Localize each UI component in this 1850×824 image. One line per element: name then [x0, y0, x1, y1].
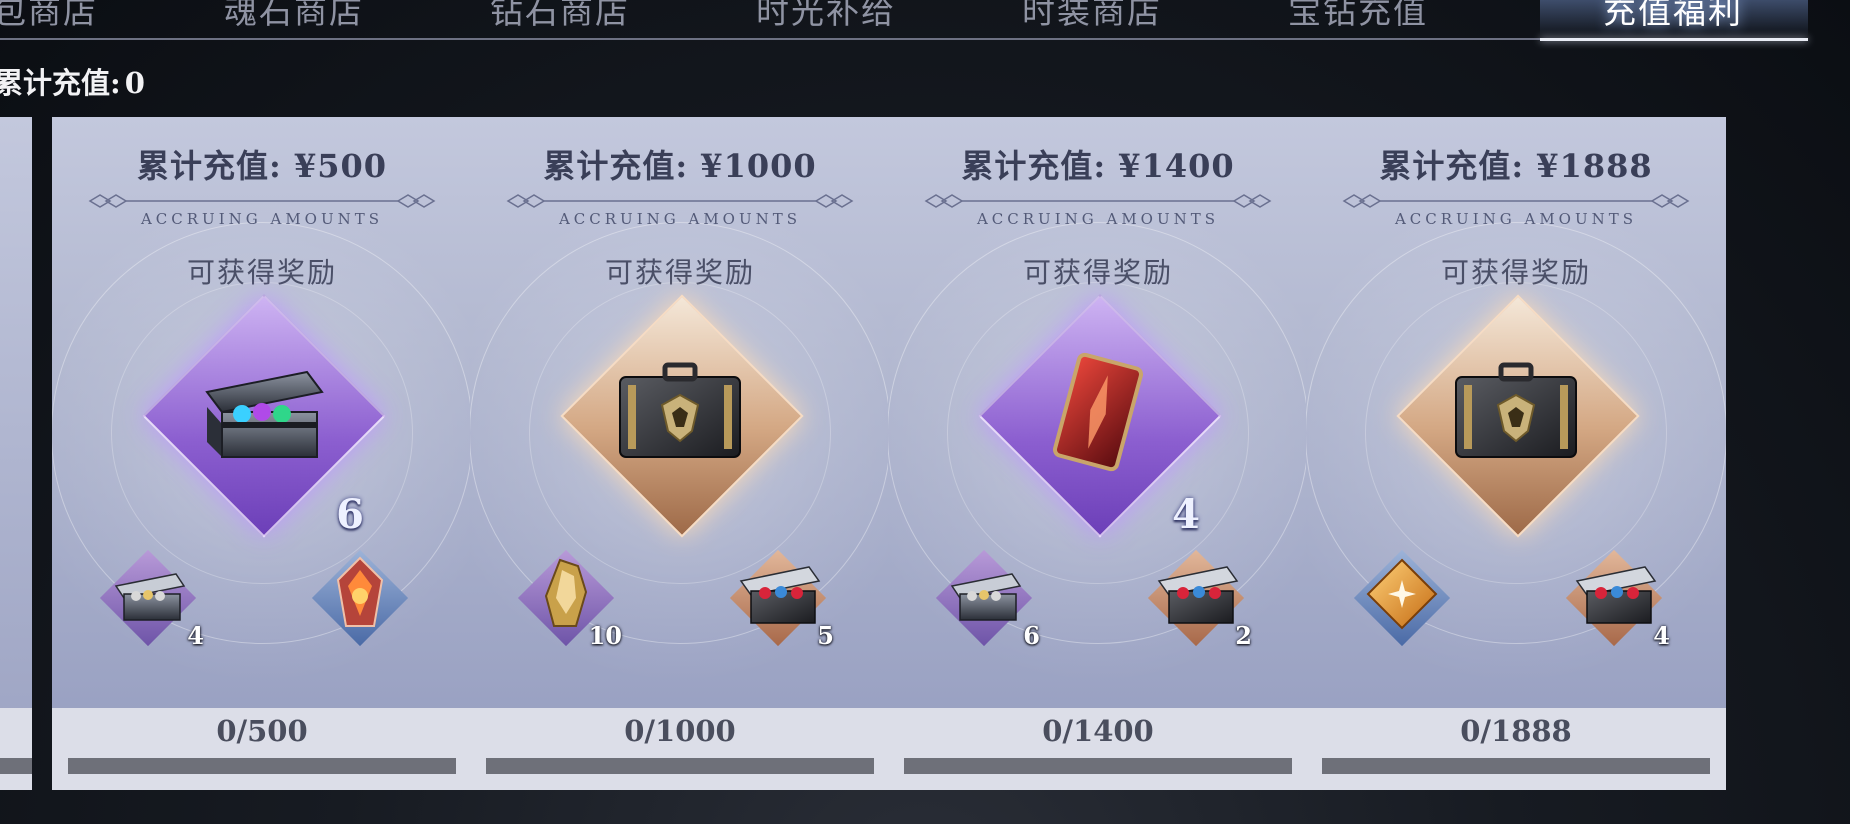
fire-crystal-icon: [332, 556, 388, 636]
card-title: 累计充值: ¥500: [136, 147, 388, 185]
tab-gift-shop[interactable]: 礼包商店: [0, 0, 161, 40]
card-subtitle: ACCRUING AMOUNTS: [976, 210, 1220, 228]
main-reward-count: 4: [1172, 491, 1200, 538]
tab-fashion-shop[interactable]: 时装商店: [959, 0, 1225, 40]
right-reward[interactable]: 2: [1147, 549, 1252, 650]
card-title: 累计充值: ¥1000: [543, 147, 817, 185]
right-reward[interactable]: 4: [1565, 549, 1670, 650]
main-reward[interactable]: [1396, 294, 1640, 538]
reward-card[interactable]: 累计充值: ¥1888 ACCRUING AMOUNTS 可获得奖励 4 0/1…: [1306, 117, 1726, 790]
left-reward[interactable]: 10: [517, 549, 622, 650]
ruby-chest-icon: [1153, 561, 1239, 631]
progress-bar: [1322, 758, 1710, 774]
black-case-icon: [610, 357, 750, 471]
ruby-chest-icon: [735, 561, 821, 631]
tab-time-supply[interactable]: 时光补给: [693, 0, 959, 40]
main-reward[interactable]: [560, 294, 804, 538]
reward-label: 可获得奖励: [1440, 256, 1591, 289]
tab-divider: [0, 38, 1540, 40]
partial-card: [0, 117, 32, 790]
main-reward[interactable]: 6: [142, 294, 386, 538]
right-reward[interactable]: 5: [729, 549, 834, 650]
tab-soul-stone-shop[interactable]: 魂石商店: [161, 0, 427, 40]
left-reward-count: 6: [1023, 621, 1040, 650]
reward-label: 可获得奖励: [604, 256, 755, 289]
progress-bar: [486, 758, 874, 774]
right-reward-count: 5: [817, 621, 834, 650]
silver-chest-icon: [946, 564, 1022, 628]
tab-recharge-rewards[interactable]: 充值福利: [1540, 0, 1806, 40]
right-reward-count: 4: [1653, 621, 1670, 650]
progress-text: 0/1888: [1460, 714, 1572, 748]
total-recharge-label: 累计充值:: [0, 66, 121, 100]
progress-bar: [68, 758, 456, 774]
right-reward[interactable]: [311, 549, 409, 647]
gem-chest-icon: [197, 362, 327, 466]
card-subtitle: ACCRUING AMOUNTS: [140, 210, 384, 228]
amber-star-icon: [1364, 556, 1440, 636]
left-reward[interactable]: [1353, 549, 1451, 647]
progress-text: 0/500: [216, 714, 308, 748]
active-tab-indicator: [1540, 38, 1808, 41]
left-reward[interactable]: 4: [99, 549, 204, 650]
main-reward[interactable]: 4: [978, 294, 1222, 538]
title-ornament: [1342, 194, 1690, 208]
reward-card[interactable]: 累计充值: ¥500 ACCRUING AMOUNTS 可获得奖励 6 4 0/…: [52, 117, 472, 790]
total-recharge-value: 0: [124, 66, 145, 100]
black-case-icon: [1446, 357, 1586, 471]
tab-diamond-shop[interactable]: 钻石商店: [427, 0, 693, 40]
card-subtitle: ACCRUING AMOUNTS: [558, 210, 802, 228]
card-footer: 0/1400: [888, 708, 1308, 790]
card-footer: 0/1000: [470, 708, 890, 790]
shop-tab-bar: 礼包商店 魂石商店 钻石商店 时光补给 时装商店 宝钻充值 充值福利: [0, 0, 1850, 42]
reward-card[interactable]: 累计充值: ¥1000 ACCRUING AMOUNTS 可获得奖励 10 5 …: [470, 117, 890, 790]
title-ornament: [924, 194, 1272, 208]
reward-label: 可获得奖励: [186, 256, 337, 289]
progress-bar: [904, 758, 1292, 774]
tab-gem-recharge[interactable]: 宝钻充值: [1225, 0, 1491, 40]
reward-label: 可获得奖励: [1022, 256, 1173, 289]
title-ornament: [88, 194, 436, 208]
title-ornament: [506, 194, 854, 208]
card-footer: 0/1888: [1306, 708, 1726, 790]
progress-text: 0/1000: [624, 714, 736, 748]
partial-card-footer: [0, 708, 32, 790]
card-subtitle: ACCRUING AMOUNTS: [1394, 210, 1638, 228]
silver-chest-icon: [110, 564, 186, 628]
total-recharge: 累计充值: 0: [0, 60, 145, 102]
left-reward-count: 10: [588, 621, 622, 650]
card-footer: 0/500: [52, 708, 472, 790]
right-reward-count: 2: [1235, 621, 1252, 650]
left-reward[interactable]: 6: [935, 549, 1040, 650]
main-reward-count: 6: [336, 491, 364, 538]
partial-progress-bar: [0, 758, 32, 774]
gold-ore-icon: [538, 556, 594, 636]
card-title: 累计充值: ¥1888: [1379, 147, 1653, 185]
ruby-chest-icon: [1571, 561, 1657, 631]
reward-card[interactable]: 累计充值: ¥1400 ACCRUING AMOUNTS 可获得奖励 4 6 2…: [888, 117, 1308, 790]
card-title: 累计充值: ¥1400: [961, 147, 1235, 185]
progress-text: 0/1400: [1042, 714, 1154, 748]
red-card-icon: [1048, 352, 1148, 476]
left-reward-count: 4: [187, 621, 204, 650]
